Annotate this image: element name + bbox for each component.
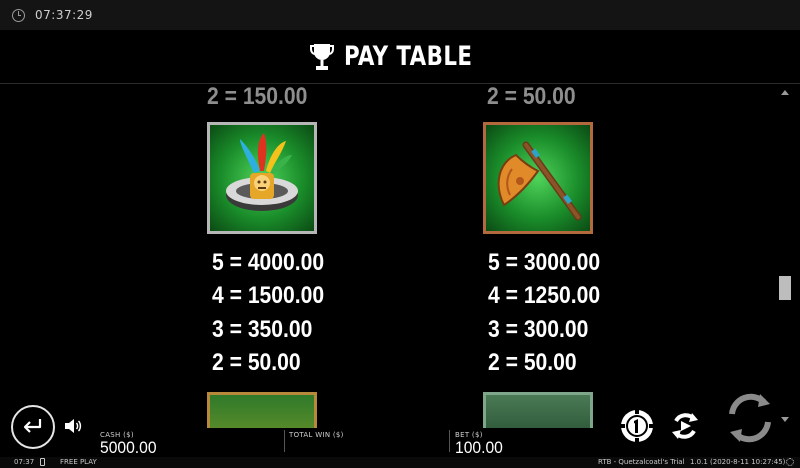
paytable-scrollbar[interactable] — [778, 86, 792, 428]
symbol-golden-axe — [483, 122, 593, 234]
bottom-status-strip: 07:37 FREE PLAY RTB - Quetzalcoatl's Tri… — [0, 457, 800, 468]
divider — [284, 430, 285, 452]
axe-icon — [497, 141, 582, 221]
coin-value-button[interactable] — [620, 409, 654, 443]
feathered-headband-icon — [226, 133, 298, 211]
symbol-next-left — [207, 392, 317, 428]
paytable-content: 2 = 150.00 2 = 50.00 5 = 4000.00 4 = 150… — [0, 86, 778, 428]
game-name: RTB - Quetzalcoatl's Trial — [598, 458, 685, 466]
payout-left-3: 3 = 350.00 — [212, 316, 313, 343]
symbol-feathered-headband — [207, 122, 317, 234]
speaker-icon[interactable] — [64, 418, 82, 434]
bet-value: 100.00 — [455, 438, 503, 457]
payout-left-5: 5 = 4000.00 — [212, 249, 325, 276]
spin-button[interactable] — [724, 392, 776, 444]
payout-right-4: 4 = 1250.00 — [488, 282, 601, 309]
gear-icon[interactable] — [786, 458, 794, 466]
spin-icon — [729, 393, 771, 443]
paytable-header: PAY TABLE — [0, 30, 800, 84]
play-mode: FREE PLAY — [60, 458, 97, 466]
payout-right-3: 3 = 300.00 — [488, 316, 589, 343]
payout-right-5: 5 = 3000.00 — [488, 249, 601, 276]
back-button[interactable] — [11, 405, 55, 449]
scroll-up-arrow-icon[interactable] — [781, 90, 789, 95]
scroll-thumb[interactable] — [779, 276, 791, 300]
clock-icon — [12, 8, 25, 22]
top-status-bar: 07:37:29 — [0, 0, 800, 30]
payout-left-4: 4 = 1500.00 — [212, 282, 325, 309]
payout-left-2: 2 = 50.00 — [212, 349, 301, 376]
autoplay-icon — [672, 413, 698, 439]
scroll-down-arrow-icon[interactable] — [781, 417, 789, 422]
autoplay-button[interactable] — [668, 409, 702, 443]
back-arrow-icon — [23, 419, 42, 433]
divider — [449, 430, 450, 452]
payout-right-2: 2 = 50.00 — [488, 349, 577, 376]
partial-payout-right: 2 = 50.00 — [487, 86, 576, 110]
phone-icon — [40, 458, 45, 466]
total-win-label: TOTAL WIN ($) — [289, 431, 344, 439]
strip-clock: 07:37 — [14, 458, 35, 466]
partial-payout-left: 2 = 150.00 — [207, 86, 308, 110]
cash-value: 5000.00 — [100, 438, 157, 457]
page-title: PAY TABLE — [344, 41, 473, 72]
game-version: 1.0.1 (2020-8-11 10:27:45) — [690, 458, 786, 466]
clock-time: 07:37:29 — [35, 8, 93, 22]
trophy-icon — [310, 43, 335, 70]
symbol-next-right — [483, 392, 593, 428]
